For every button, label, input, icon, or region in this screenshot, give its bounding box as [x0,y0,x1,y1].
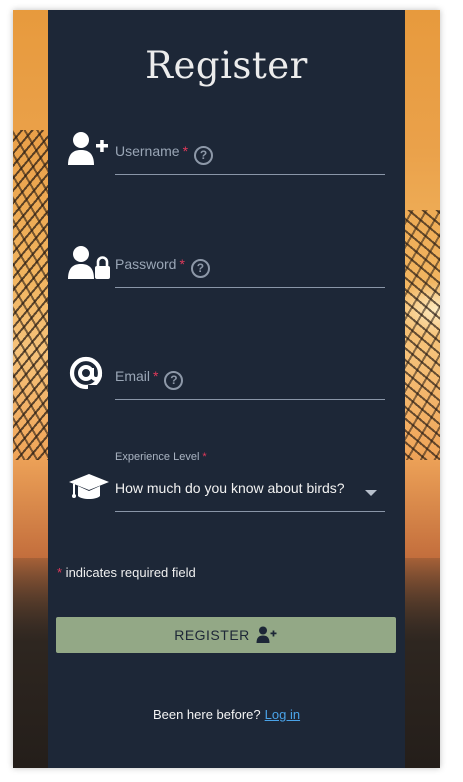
password-label: Password *? [115,256,210,278]
user-plus-icon [256,626,277,643]
experience-label: Experience Level * [115,451,207,463]
user-lock-icon [68,245,110,285]
tree-silhouette-right [400,210,440,460]
password-underline [115,287,385,288]
email-label: Email *? [115,368,184,390]
chevron-down-icon [365,490,377,496]
login-prompt: Been here before? Log in [152,707,301,722]
password-field[interactable]: Password *? [115,248,385,288]
username-field[interactable]: Username *? [115,135,385,175]
register-panel: Register Username *? Password * ? Email … [48,10,405,768]
login-link[interactable]: Log in [265,707,300,722]
graduation-cap-icon [68,471,110,511]
help-icon[interactable]: ? [194,146,214,165]
experience-select[interactable]: How much do you know about birds? [115,472,385,512]
register-button[interactable]: REGISTER [56,617,396,653]
username-underline [115,174,385,175]
tree-silhouette-left [13,130,53,460]
register-button-label: REGISTER [174,627,250,643]
experience-underline [115,511,385,512]
page-frame: Register Username *? Password * ? Email … [13,10,440,768]
help-icon[interactable]: ? [164,371,184,390]
email-field[interactable]: Email *? [115,360,385,400]
required-note: * indicates required field [57,565,196,580]
at-icon [68,355,110,395]
page-title: Register [145,44,308,87]
help-icon[interactable]: ? [190,259,210,278]
username-label: Username *? [115,143,214,165]
user-plus-icon [68,131,110,171]
email-underline [115,399,385,400]
experience-select-value: How much do you know about birds? [115,480,345,496]
